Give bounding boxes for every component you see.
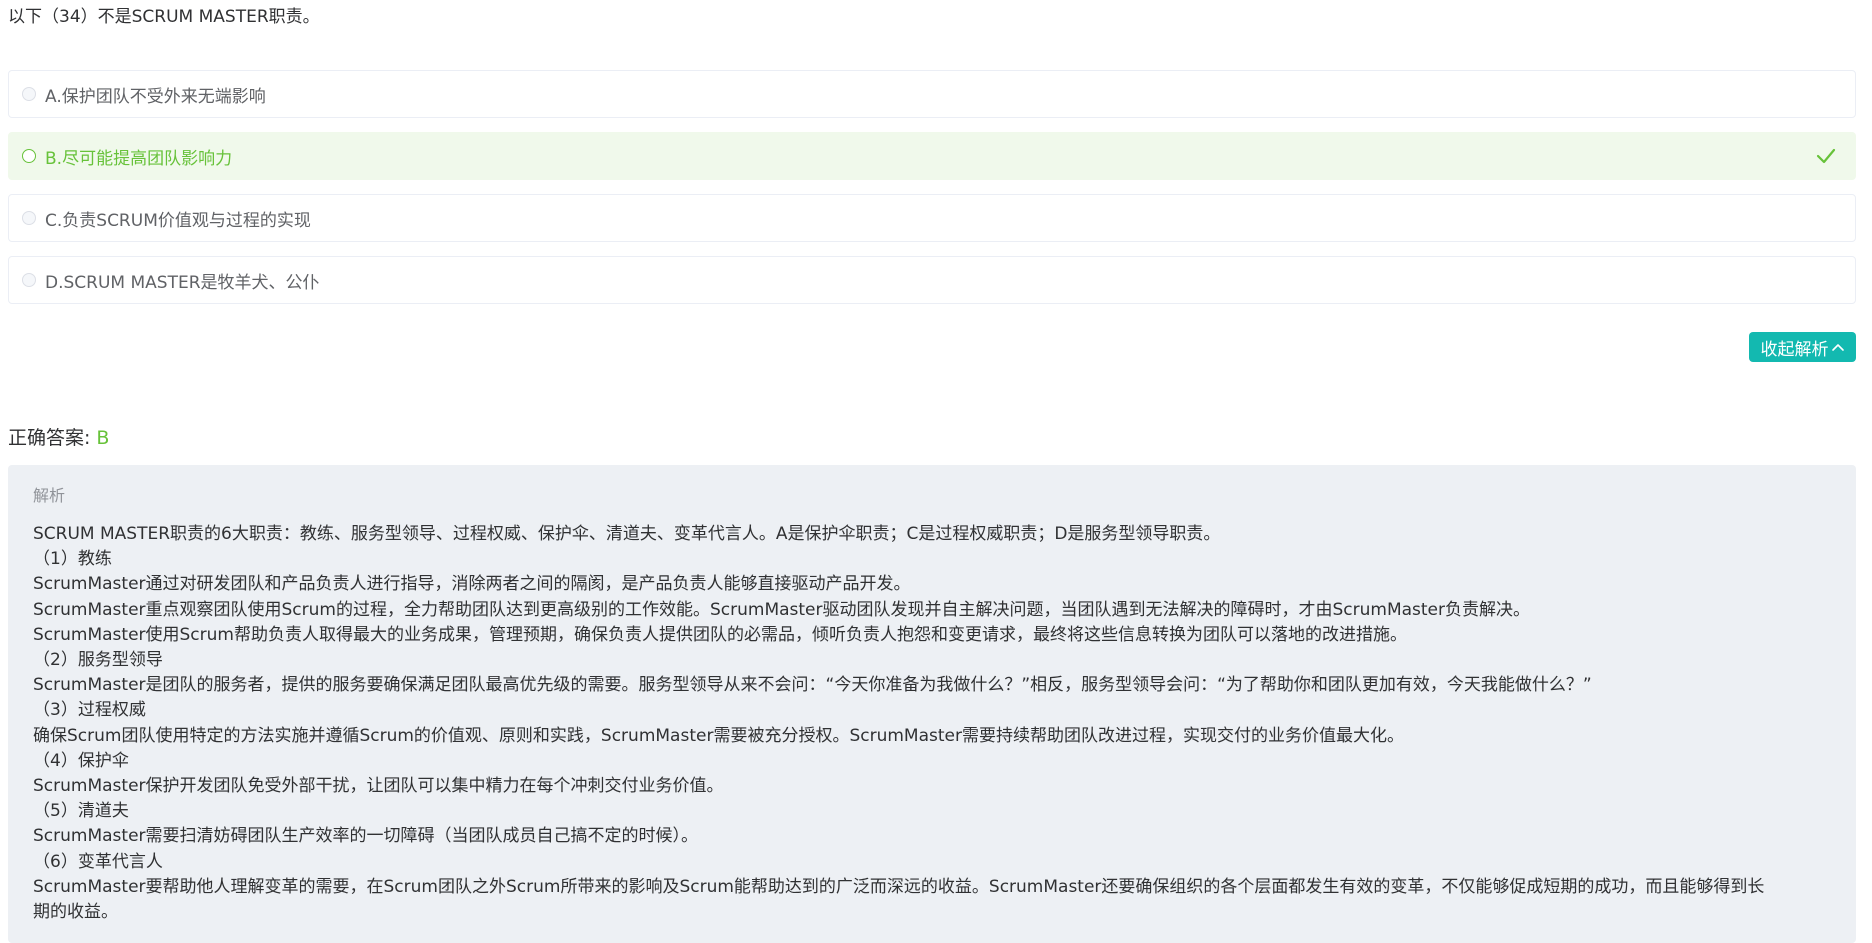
analysis-line: （2）服务型领导 — [33, 650, 163, 671]
analysis-body: SCRUM MASTER职责的6大职责：教练、服务型领导、过程权威、保护伞、清道… — [33, 522, 1832, 925]
analysis-line: ScrumMaster要帮助他人理解变革的需要，在Scrum团队之外Scrum所… — [33, 876, 1765, 897]
analysis-line: （6）变革代言人 — [33, 851, 163, 872]
analysis-line: ScrumMaster是团队的服务者，提供的服务要确保满足团队最高优先级的需要。… — [33, 675, 1592, 696]
collapse-analysis-label: 收起解析 — [1760, 339, 1829, 360]
analysis-line: （5）清道夫 — [33, 801, 129, 822]
analysis-line: ScrumMaster使用Scrum帮助负责人取得最大的业务成果，管理预期，确保… — [33, 624, 1407, 645]
analysis-line: ScrumMaster通过对研发团队和产品负责人进行指导，消除两者之间的隔阂，是… — [33, 574, 911, 595]
check-icon — [1816, 148, 1836, 164]
analysis-line: ScrumMaster保护开发团队免受外部干扰，让团队可以集中精力在每个冲刺交付… — [33, 776, 724, 797]
analysis-line: ScrumMaster重点观察团队使用Scrum的过程，全力帮助团队达到更高级别… — [33, 599, 1531, 620]
option-label: C.负责SCRUM价值观与过程的实现 — [45, 210, 311, 231]
analysis-line: （3）过程权威 — [33, 700, 146, 721]
analysis-line: 期的收益。 — [33, 902, 118, 923]
radio-icon[interactable] — [22, 87, 36, 101]
option-d[interactable]: D.SCRUM MASTER是牧羊犬、公仆 — [8, 256, 1856, 304]
option-a[interactable]: A.保护团队不受外来无端影响 — [8, 70, 1856, 118]
analysis-line: ScrumMaster需要扫清妨碍团队生产效率的一切障碍（当团队成员自己搞不定的… — [33, 826, 699, 847]
option-label: B.尽可能提高团队影响力 — [45, 148, 233, 169]
option-label: D.SCRUM MASTER是牧羊犬、公仆 — [45, 272, 320, 293]
radio-icon[interactable] — [22, 149, 36, 163]
options-list: A.保护团队不受外来无端影响 B.尽可能提高团队影响力 C.负责SCRUM价值观… — [8, 70, 1856, 318]
correct-answer-label: 正确答案: — [8, 427, 91, 449]
correct-answer: 正确答案: B — [8, 425, 109, 451]
option-b[interactable]: B.尽可能提高团队影响力 — [8, 132, 1856, 180]
analysis-panel: 解析 SCRUM MASTER职责的6大职责：教练、服务型领导、过程权威、保护伞… — [8, 465, 1856, 943]
analysis-title: 解析 — [33, 486, 66, 505]
analysis-line: （1）教练 — [33, 549, 112, 570]
option-label: A.保护团队不受外来无端影响 — [45, 86, 266, 107]
radio-icon[interactable] — [22, 273, 36, 287]
correct-answer-value: B — [96, 427, 110, 449]
analysis-line: SCRUM MASTER职责的6大职责：教练、服务型领导、过程权威、保护伞、清道… — [33, 524, 1221, 544]
analysis-line: （4）保护伞 — [33, 750, 129, 771]
radio-icon[interactable] — [22, 211, 36, 225]
option-c[interactable]: C.负责SCRUM价值观与过程的实现 — [8, 194, 1856, 242]
question-text: 以下（34）不是SCRUM MASTER职责。 — [8, 7, 320, 27]
collapse-analysis-button[interactable]: 收起解析 — [1749, 332, 1856, 362]
analysis-line: 确保Scrum团队使用特定的方法实施并遵循Scrum的价值观、原则和实践，Scr… — [33, 725, 1404, 746]
chevron-up-icon — [1831, 344, 1844, 351]
